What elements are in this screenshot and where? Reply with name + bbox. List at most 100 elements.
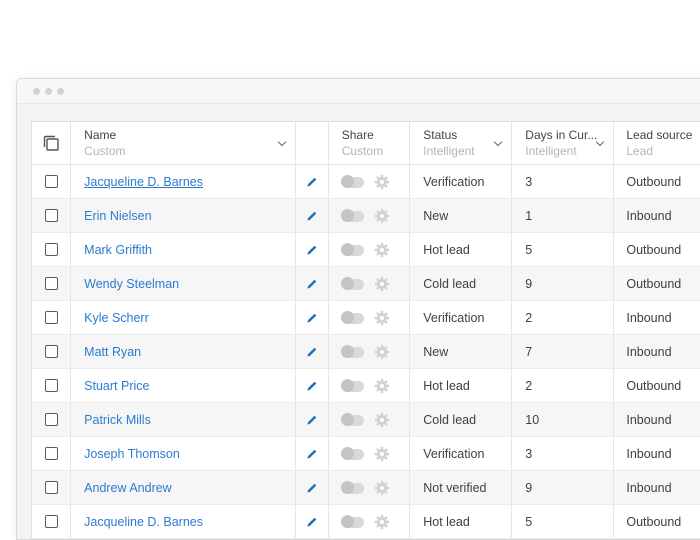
chevron-down-icon[interactable] [596, 137, 605, 147]
column-subtitle: Lead [626, 143, 654, 158]
row-checkbox[interactable] [44, 379, 58, 392]
toggle-icon[interactable] [340, 277, 364, 290]
column-header-status[interactable]: Status Intelligent [410, 122, 513, 164]
column-subtitle: Custom [84, 143, 126, 158]
row-checkbox[interactable] [44, 413, 58, 426]
status-value: Not verified [423, 480, 487, 495]
contact-name-link[interactable]: Kyle Scherr [84, 311, 149, 325]
row-checkbox[interactable] [44, 311, 58, 324]
contact-name-link[interactable]: Stuart Price [84, 379, 149, 393]
contact-name-link[interactable]: Patrick Mills [84, 413, 151, 427]
days-cell: 1 [512, 199, 615, 232]
column-header-days[interactable]: Days in Cur... Intelligent [512, 122, 615, 164]
gear-icon[interactable] [374, 514, 390, 530]
days-cell: 3 [512, 165, 615, 198]
toggle-icon[interactable] [340, 515, 364, 528]
toggle-icon[interactable] [340, 345, 364, 358]
window-dot-icon [45, 88, 52, 95]
gear-icon[interactable] [374, 412, 390, 428]
column-subtitle: Intelligent [525, 143, 577, 158]
toggle-icon[interactable] [340, 243, 364, 256]
edit-cell [296, 335, 329, 368]
gear-icon[interactable] [374, 174, 390, 190]
gear-icon[interactable] [374, 276, 390, 292]
contact-name-link[interactable]: Jacqueline D. Barnes [84, 175, 203, 189]
pencil-icon[interactable] [306, 380, 318, 392]
status-value: New [423, 208, 449, 223]
row-checkbox[interactable] [44, 345, 58, 358]
name-cell: Joseph Thomson [71, 437, 297, 470]
row-checkbox[interactable] [44, 447, 58, 460]
pencil-icon[interactable] [306, 312, 318, 324]
row-checkbox[interactable] [44, 277, 58, 290]
row-checkbox[interactable] [44, 481, 58, 494]
select-all-button[interactable] [32, 122, 72, 164]
chevron-down-icon[interactable] [278, 137, 287, 147]
toggle-icon[interactable] [340, 481, 364, 494]
contact-name-link[interactable]: Jacqueline D. Barnes [84, 515, 203, 529]
contact-name-link[interactable]: Andrew Andrew [84, 481, 172, 495]
row-select-cell [32, 505, 72, 538]
name-cell: Erin Nielsen [71, 199, 297, 232]
days-value: 9 [525, 276, 533, 291]
row-checkbox[interactable] [44, 209, 58, 222]
row-checkbox[interactable] [44, 515, 58, 528]
pencil-icon[interactable] [306, 482, 318, 494]
contact-name-link[interactable]: Matt Ryan [84, 345, 141, 359]
lead-source-cell: Outbound [614, 369, 700, 402]
row-checkbox[interactable] [44, 243, 58, 256]
column-header-lead-source[interactable]: Lead source Lead [614, 122, 700, 164]
window-titlebar [17, 79, 700, 104]
pencil-icon[interactable] [306, 278, 318, 290]
row-checkbox[interactable] [44, 175, 58, 188]
content-area: Name Custom Share Custom Status Intellig… [17, 104, 700, 539]
contact-name-link[interactable]: Joseph Thomson [84, 447, 180, 461]
share-cell [329, 437, 411, 470]
column-header-name[interactable]: Name Custom [71, 122, 297, 164]
chevron-down-icon[interactable] [494, 137, 503, 147]
column-header-share[interactable]: Share Custom [329, 122, 411, 164]
status-cell: Hot lead [410, 369, 513, 402]
table-row: Stuart Price Hot lead 2 Outbound [32, 369, 700, 403]
gear-icon[interactable] [374, 310, 390, 326]
contact-name-link[interactable]: Wendy Steelman [84, 277, 179, 291]
name-cell: Jacqueline D. Barnes [71, 505, 297, 538]
gear-icon[interactable] [374, 242, 390, 258]
share-cell [329, 233, 411, 266]
gear-icon[interactable] [374, 208, 390, 224]
lead-source-cell: Inbound [614, 335, 700, 368]
gear-icon[interactable] [374, 344, 390, 360]
pencil-icon[interactable] [306, 448, 318, 460]
days-cell: 10 [512, 403, 615, 436]
contact-name-link[interactable]: Erin Nielsen [84, 209, 151, 223]
pencil-icon[interactable] [306, 176, 318, 188]
window-dot-icon [57, 88, 64, 95]
gear-icon[interactable] [374, 446, 390, 462]
pencil-icon[interactable] [306, 414, 318, 426]
edit-cell [296, 267, 329, 300]
pencil-icon[interactable] [306, 244, 318, 256]
toggle-icon[interactable] [340, 311, 364, 324]
toggle-icon[interactable] [340, 379, 364, 392]
edit-cell [296, 403, 329, 436]
row-select-cell [32, 301, 72, 334]
status-value: Verification [423, 310, 485, 325]
contact-name-link[interactable]: Mark Griffith [84, 243, 152, 257]
gear-icon[interactable] [374, 480, 390, 496]
pencil-icon[interactable] [306, 210, 318, 222]
toggle-icon[interactable] [340, 447, 364, 460]
column-subtitle: Intelligent [423, 143, 475, 158]
toggle-icon[interactable] [340, 413, 364, 426]
pencil-icon[interactable] [306, 516, 318, 528]
lead-source-cell: Inbound [614, 301, 700, 334]
pencil-icon[interactable] [306, 346, 318, 358]
status-cell: Hot lead [410, 233, 513, 266]
status-cell: Hot lead [410, 505, 513, 538]
lead-source-value: Inbound [626, 208, 672, 223]
row-select-cell [32, 369, 72, 402]
gear-icon[interactable] [374, 378, 390, 394]
leads-table: Name Custom Share Custom Status Intellig… [31, 121, 700, 539]
toggle-icon[interactable] [340, 209, 364, 222]
days-cell: 9 [512, 267, 615, 300]
toggle-icon[interactable] [340, 175, 364, 188]
